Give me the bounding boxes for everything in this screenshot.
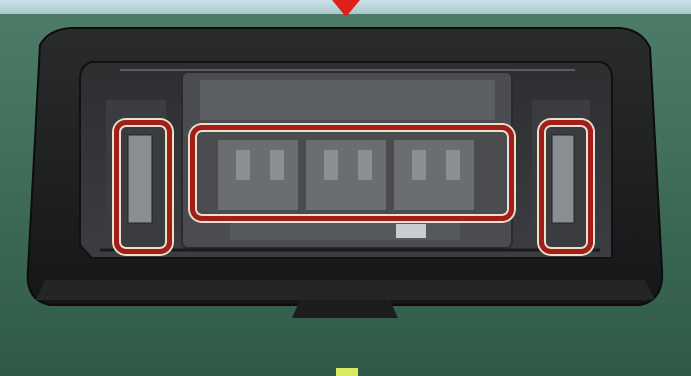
- bottom-marker: [336, 368, 358, 376]
- right-connector-highlight: [539, 120, 593, 254]
- nozzle-area-highlight: [190, 125, 514, 221]
- top-arrow-marker: [332, 0, 360, 17]
- left-connector-highlight: [114, 120, 172, 254]
